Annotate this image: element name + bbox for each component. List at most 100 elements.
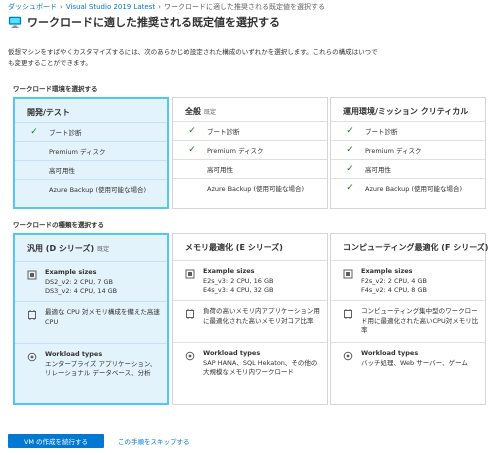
size-item: F2s_v2: 2 CPU, 4 GB (361, 276, 427, 285)
workload-section-label: ワークロードの種類を選択する (13, 221, 104, 229)
checkmark-icon: ✓ (346, 164, 354, 174)
card-header: 汎用 (D シリーズ) 既定 (27, 243, 109, 254)
size-item: DS3_v2: 4 CPU, 14 GB (45, 287, 118, 295)
continue-create-vm-button[interactable]: VM の作成を続行する (8, 434, 104, 448)
feature-row: 高可用性 (15, 160, 167, 179)
card-header: 全般 既定 (185, 106, 216, 117)
card-title: 汎用 (D シリーズ) (27, 244, 95, 253)
feature-row: 高可用性 (173, 159, 327, 178)
breadcrumb: ダッシュボード › Visual Studio 2019 Latest › ワークロード… (8, 2, 325, 12)
page-title: ワークロードに適した推奨される既定値を選択する (27, 16, 280, 29)
workload-sizes-text: Example sizes DS2_v2: 2 CPU, 7 GB DS3_v2: … (45, 268, 161, 297)
page-description: 仮想マシンをすばやくカスタマイズするには、次のあらかじめ設定された構成のいずれか… (8, 48, 378, 67)
default-tag: 既定 (97, 246, 110, 253)
workload-note: コンピューティング集中型のワークロード用に最適化された高いCPU対メモリ比率 (361, 307, 479, 334)
feature-row: ✓ Premium ディスク (331, 140, 485, 159)
environment-card-2[interactable]: 全般 既定 ✓ ブート診断 ✓ Premium ディスク 高可用性 Azure Backup … (172, 97, 328, 209)
workload-types-row: Workload types SAP HANA、SQL Hekaton、その他の大… (173, 342, 327, 402)
size-item: F4s_v2: 4 CPU, 8 GB (361, 286, 427, 294)
gear-icon (343, 351, 353, 361)
environment-section-label: ワークロード環境を選択する (13, 85, 98, 93)
types-heading: Workload types (361, 349, 419, 357)
feature-label: ブート診断 (49, 129, 82, 137)
cpu-icon (185, 269, 195, 279)
feature-label: Azure Backup (使用可能な場合) (365, 185, 463, 193)
feature-row: ✓ ブート診断 (173, 121, 327, 140)
card-header: コンピューティング最適化 (F シリーズ) (343, 242, 491, 253)
feature-label: Azure Backup (使用可能な場合) (49, 186, 147, 194)
checkmark-icon: ✓ (30, 127, 38, 137)
feature-label: 高可用性 (365, 166, 391, 174)
workload-note-row: コンピューティング集中型のワークロード用に最適化された高いCPU対メモリ比率 (331, 300, 485, 342)
workload-types: SAP HANA、SQL Hekaton、その他の大規模なメモリ内ワークロード (203, 358, 318, 377)
card-title: 全般 (185, 107, 201, 116)
feature-row: Azure Backup (使用可能な場合) (173, 178, 327, 197)
feature-label: 高可用性 (207, 166, 233, 174)
feature-row: Azure Backup (使用可能な場合) (15, 179, 167, 198)
page-header: ワークロードに適した推奨される既定値を選択する (8, 14, 280, 30)
card-header: メモリ最適化 (E シリーズ) (185, 242, 286, 253)
workload-note-text: 負荷の高いメモリ内アプリケーション用に最適化された高いメモリ対コア比率 (203, 307, 321, 326)
workload-sizes-text: Example sizes E2s_v3: 2 CPU, 16 GB E4s_v3:… (203, 267, 321, 296)
feature-row: ✓ 高可用性 (331, 159, 485, 178)
feature-label: Azure Backup (使用可能な場合) (207, 185, 305, 193)
feature-label: ブート診断 (207, 128, 240, 136)
card-title: コンピューティング最適化 (F シリーズ) (343, 243, 489, 252)
card-title: メモリ最適化 (E シリーズ) (185, 243, 283, 252)
types-heading: Workload types (45, 350, 103, 358)
skip-step-link[interactable]: この手順をスキップする (118, 434, 190, 448)
breadcrumb-item-dashboard[interactable]: ダッシュボード (8, 3, 57, 11)
breadcrumb-item-current: ワークロードに適した推奨される既定値を選択する (163, 3, 325, 11)
workload-types: バッチ処理、Web サーバー、ゲーム (361, 358, 468, 367)
workload-sizes-row: Example sizes F2s_v2: 2 CPU, 4 GB F4s_v2: … (331, 260, 485, 300)
size-item: DS2_v2: 2 CPU, 7 GB (45, 277, 114, 286)
workload-note-text: 最適な CPU 対メモリ構成を備えた高速 CPU (45, 308, 161, 327)
workload-types-text: Workload types バッチ処理、Web サーバー、ゲーム (361, 349, 479, 368)
feature-label: ブート診断 (365, 128, 398, 136)
sizes-heading: Example sizes (361, 267, 413, 275)
breadcrumb-separator: › (60, 3, 63, 11)
workload-note: 最適な CPU 対メモリ構成を備えた高速 CPU (45, 308, 160, 326)
environment-card-3[interactable]: 運用環境/ミッション クリティカル ✓ ブート診断 ✓ Premium ディスク ✓ 高可用… (330, 97, 486, 209)
sizes-heading: Example sizes (203, 267, 255, 275)
cpu-icon (27, 270, 37, 280)
feature-row: ✓ ブート診断 (15, 122, 167, 141)
chip-icon (185, 309, 195, 319)
feature-label: 高可用性 (49, 167, 75, 175)
workload-types-row: Workload types バッチ処理、Web サーバー、ゲーム (331, 342, 485, 402)
card-header: 開発/テスト (27, 107, 73, 118)
checkmark-icon: ✓ (346, 145, 354, 155)
types-heading: Workload types (203, 349, 261, 357)
workload-note-row: 負荷の高いメモリ内アプリケーション用に最適化された高いメモリ対コア比率 (173, 300, 327, 342)
checkmark-icon: ✓ (346, 126, 354, 136)
checkmark-icon: ✓ (188, 126, 196, 136)
card-header: 運用環境/ミッション クリティカル (343, 106, 471, 117)
workload-sizes-row: Example sizes DS2_v2: 2 CPU, 7 GB DS3_v2: … (15, 261, 167, 301)
virtual-machine-icon (8, 16, 22, 28)
checkmark-icon: ✓ (188, 145, 196, 155)
feature-label: Premium ディスク (207, 147, 264, 155)
workload-note-row: 最適な CPU 対メモリ構成を備えた高速 CPU (15, 301, 167, 343)
feature-row: Premium ディスク (15, 141, 167, 160)
checkmark-icon: ✓ (346, 183, 354, 193)
feature-row: ✓ ブート診断 (331, 121, 485, 140)
workload-card-2[interactable]: メモリ最適化 (E シリーズ) Example sizes E2s_v3: 2 CP… (172, 233, 328, 405)
workload-types-text: Workload types SAP HANA、SQL Hekaton、その他の大… (203, 349, 321, 378)
feature-label: Premium ディスク (49, 148, 106, 156)
size-item: E2s_v3: 2 CPU, 16 GB (203, 276, 274, 285)
feature-label: Premium ディスク (365, 147, 422, 155)
environment-card-1[interactable]: 開発/テスト ✓ ブート診断 Premium ディスク 高可用性 Azure Backup… (13, 97, 169, 209)
workload-card-3[interactable]: コンピューティング最適化 (F シリーズ) Example sizes F2s_v2… (330, 233, 488, 405)
workload-note: 負荷の高いメモリ内アプリケーション用に最適化された高いメモリ対コア比率 (203, 307, 320, 325)
workload-types-row: Workload types エンタープライズ アプリケーション、リレーショナル … (15, 343, 167, 403)
feature-row: ✓ Premium ディスク (173, 140, 327, 159)
workload-card-1[interactable]: 汎用 (D シリーズ) 既定 Example sizes DS2_v2: 2 CPU,… (13, 233, 169, 405)
card-title: 開発/テスト (27, 108, 70, 117)
breadcrumb-item-vs2019[interactable]: Visual Studio 2019 Latest (66, 3, 155, 11)
sizes-heading: Example sizes (45, 268, 97, 276)
gear-icon (27, 352, 37, 362)
workload-types-text: Workload types エンタープライズ アプリケーション、リレーショナル … (45, 350, 161, 379)
feature-row: ✓ Azure Backup (使用可能な場合) (331, 178, 485, 197)
workload-sizes-row: Example sizes E2s_v3: 2 CPU, 16 GB E4s_v3:… (173, 260, 327, 300)
breadcrumb-separator: › (158, 3, 161, 11)
